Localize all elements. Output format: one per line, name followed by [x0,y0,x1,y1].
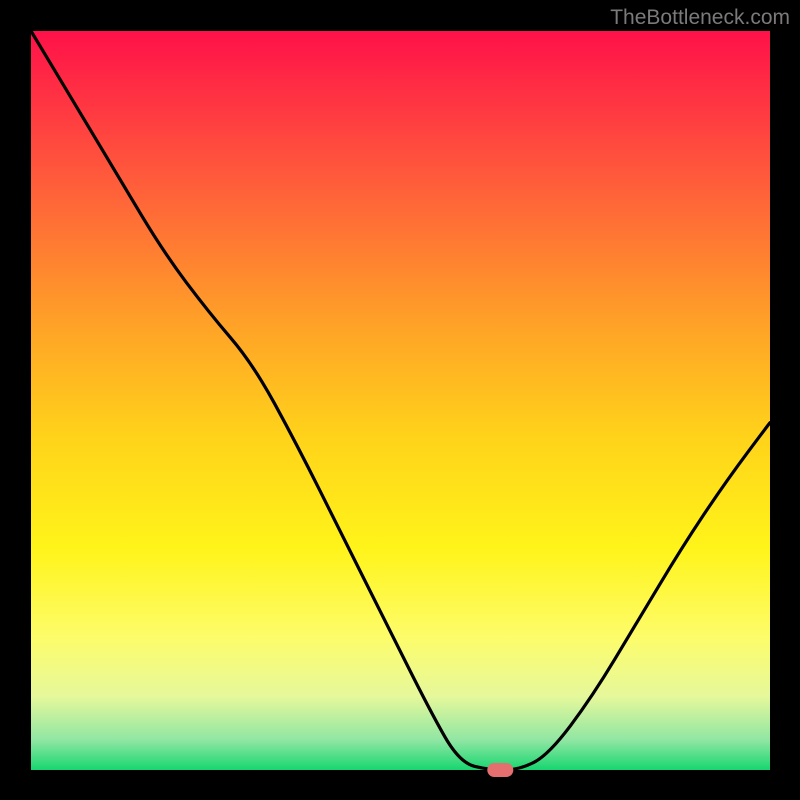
plot-background [31,31,770,770]
optimal-point-marker [487,763,513,777]
bottleneck-curve-chart [7,7,793,793]
